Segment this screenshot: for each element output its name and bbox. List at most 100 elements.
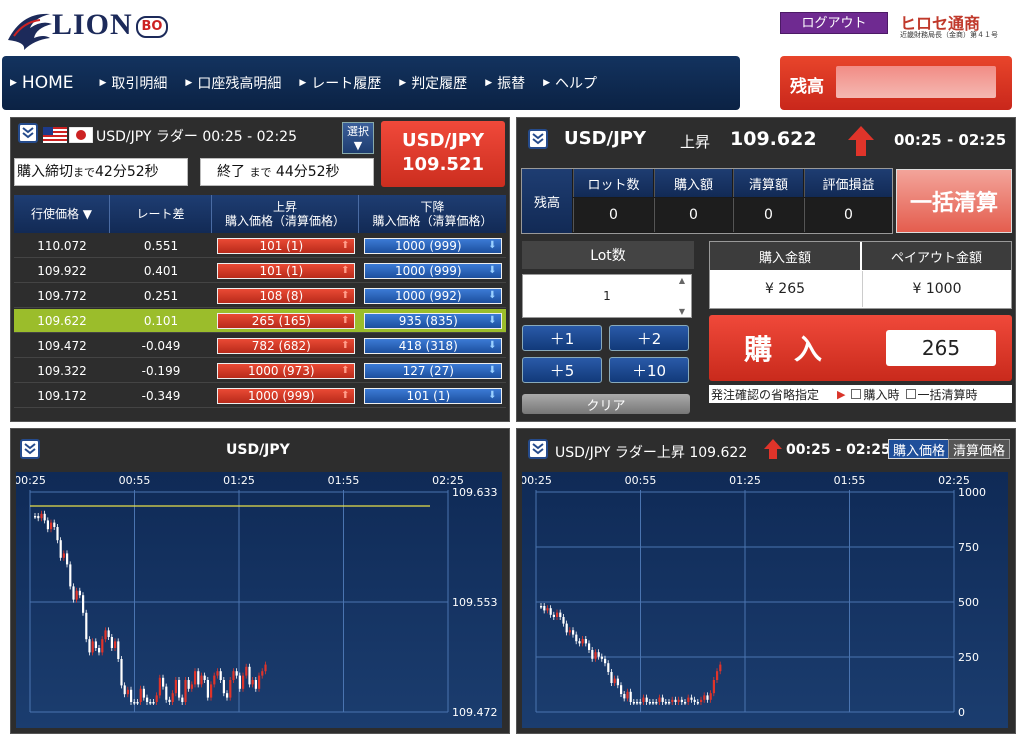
buy-up-button[interactable]: 1000 (999) ⬆ [216,387,355,404]
candle-body [655,702,658,704]
x-tick-label: 01:25 [729,474,761,487]
buy-down-button[interactable]: 418 (318) ⬇ [363,337,502,354]
checkbox-purchase[interactable] [851,389,862,399]
strike-price: 109.622 [37,313,87,328]
up-arrow-icon: ⬆ [341,340,350,351]
nav-arrow-icon: ▶ [99,78,107,88]
nav-trade-details[interactable]: ▶ 取引明細 [100,73,168,93]
candle-body [565,623,568,633]
buy-down-button[interactable]: 127 (27) ⬇ [363,362,502,379]
candle-body [40,513,43,519]
candle-body [261,671,264,676]
checkbox-purchase-label: 購入時 [863,387,900,402]
collapse-icon[interactable] [18,123,38,143]
spin-down-icon[interactable]: ▼ [679,307,685,316]
checkbox-settle-all[interactable] [905,389,916,399]
lot-spinner[interactable]: ▲ ▼ [674,276,690,316]
strike-price: 109.922 [37,263,87,278]
logo-badge: BO [136,16,168,38]
candle-body [107,630,110,637]
up-price: 108 (8) [259,288,304,303]
collapse-icon[interactable] [528,439,548,459]
summary-value-pnl: 0 [804,198,892,232]
nav-arrow-icon: ▶ [399,78,407,88]
candle-body [72,586,75,600]
nav-help[interactable]: ▶ ヘルプ [543,73,597,93]
buy-down-button[interactable]: 1000 (992) ⬇ [363,287,502,304]
nav-arrow-icon: ▶ [299,78,307,88]
candle-body [37,516,40,519]
candle-body [559,612,562,617]
toggle-buy-price[interactable]: 購入価格 [888,439,951,459]
summary-value-purchase: 0 [654,198,732,232]
rate-diff: -0.049 [141,338,181,353]
candle-body [610,672,613,683]
balance-value-masked [836,66,996,98]
toggle-settle-price[interactable]: 清算価格 [948,439,1011,459]
up-arrow-icon: ⬆ [341,365,350,376]
step-plus-2-button[interactable]: ＋2 [609,325,689,351]
nav-rate-history[interactable]: ▶ レート履歴 [299,73,381,93]
buy-up-button[interactable]: 101 (1) ⬆ [216,262,355,279]
y-tick-label: 1000 [958,486,986,499]
buy-label[interactable]: 購入 [744,328,844,368]
candle-body [152,702,155,704]
collapse-icon[interactable] [528,129,548,149]
nav-account-balance[interactable]: ▶ 口座残高明細 [185,73,281,93]
summary-value-lots: 0 [573,198,653,232]
clear-button[interactable]: クリア [522,394,690,414]
candle-body [671,699,674,702]
down-price: 127 (27) [402,363,454,378]
col-strike[interactable]: 行使価格 ▼ [14,195,110,233]
candle-body [600,656,603,659]
candle-body [226,693,229,698]
candle-body [254,680,257,689]
candle-body [696,702,699,704]
buy-down-button[interactable]: 1000 (999) ⬇ [363,237,502,254]
logout-button[interactable]: ログアウト [780,12,888,34]
x-tick-label: 01:55 [834,474,866,487]
select-button[interactable]: 選択 ▼ [342,122,374,154]
checkbox-settle-all-label: 一括清算時 [917,387,978,402]
spin-up-icon[interactable]: ▲ [679,276,685,285]
up-arrow-icon: ⬆ [341,315,350,326]
candle-body [56,527,59,541]
candle-body [158,677,161,696]
collapse-icon[interactable] [20,439,40,459]
buy-down-button[interactable]: 101 (1) ⬇ [363,387,502,404]
buy-down-button[interactable]: 1000 (999) ⬇ [363,262,502,279]
strike-price: 109.322 [37,363,87,378]
step-plus-5-button[interactable]: ＋5 [522,357,602,383]
nav-label: レート履歴 [311,76,382,92]
countdown-value: 44分52秒 [275,164,340,180]
payout-amount-value: ¥ 1000 [862,271,1011,307]
nav-judgment-history[interactable]: ▶ 判定履歴 [399,73,467,93]
confirm-skip-row: 発注確認の省略指定 ▶ 購入時 一括清算時 [709,385,1012,403]
buy-down-button[interactable]: 935 (835) ⬇ [363,312,502,329]
step-plus-10-button[interactable]: ＋10 [609,357,689,383]
down-arrow-icon: ⬇ [488,365,497,376]
lot-input[interactable]: 1 [522,274,692,318]
y-tick-label: 109.472 [452,706,498,719]
candle-body [126,689,129,695]
x-tick-label: 00:25 [522,474,552,487]
nav-home[interactable]: ▶ HOME [10,73,74,93]
buy-up-button[interactable]: 1000 (973) ⬆ [216,362,355,379]
col-up-top: 上昇 [272,200,297,214]
buy-up-button[interactable]: 782 (682) ⬆ [216,337,355,354]
nav-label: HOME [21,73,74,93]
step-plus-1-button[interactable]: ＋1 [522,325,602,351]
buy-up-button[interactable]: 101 (1) ⬆ [216,237,355,254]
settle-all-button[interactable]: 一括清算 [896,169,1012,233]
y-tick-label: 500 [958,596,979,609]
up-price: 265 (165) [251,313,311,328]
candle-body [155,695,158,702]
chart2-title: USD/JPY ラダー上昇 109.622 [555,445,748,461]
col-diff: レート差 [110,195,212,233]
buy-up-button[interactable]: 108 (8) ⬆ [216,287,355,304]
nav-transfer[interactable]: ▶ 振替 [485,73,525,93]
candle-body [59,540,62,558]
candle-body [588,643,591,650]
candle-body [229,680,232,698]
buy-up-button[interactable]: 265 (165) ⬆ [216,312,355,329]
